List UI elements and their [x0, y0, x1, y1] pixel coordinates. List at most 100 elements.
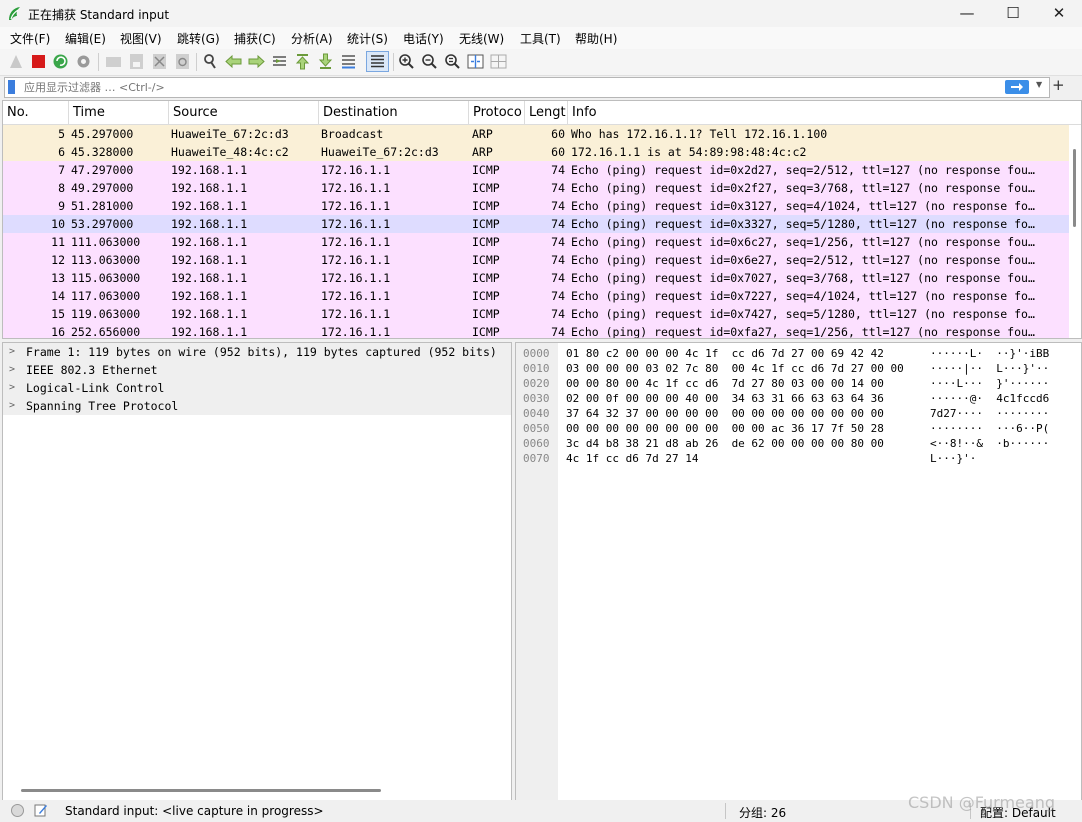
packet-row[interactable]: 11 111.063000 192.168.1.1 172.16.1.1 ICMP 74 E…: [3, 233, 1069, 251]
cell-time: 115.063000: [71, 271, 141, 285]
packet-row[interactable]: 15 119.063000 192.168.1.1 172.16.1.1 ICMP 74 E…: [3, 305, 1069, 323]
packet-row[interactable]: 9 51.281000 192.168.1.1 172.16.1.1 ICMP 74 Ech…: [3, 197, 1069, 215]
cell-info: 172.16.1.1 is at 54:89:98:48:4c:c2: [571, 145, 807, 159]
cell-time: 117.063000: [71, 289, 141, 303]
detail-row-ethernet[interactable]: > IEEE 802.3 Ethernet: [3, 361, 511, 379]
column-time[interactable]: Time: [69, 101, 169, 124]
menu-file[interactable]: 文件(F): [10, 30, 50, 47]
bytes-row[interactable]: 0010 03 00 00 00 03 02 7c 80 00 4c 1f cc …: [516, 361, 1081, 376]
chevron-right-icon[interactable]: >: [9, 361, 15, 379]
packet-list-scrollbar[interactable]: [1071, 125, 1079, 335]
maximize-button[interactable]: ☐: [990, 0, 1036, 27]
bytes-row[interactable]: 0070 4c 1f cc d6 7d 27 14 L···}'·: [516, 451, 1081, 466]
details-hscrollbar[interactable]: [21, 789, 381, 792]
start-capture-icon[interactable]: [7, 52, 26, 71]
packet-row[interactable]: 6 45.328000 HuaweiTe_48:4c:c2 HuaweiTe_67:2…: [3, 143, 1069, 161]
close-file-icon[interactable]: [150, 52, 169, 71]
packet-row[interactable]: 8 49.297000 192.168.1.1 172.16.1.1 ICMP 74 Ech…: [3, 179, 1069, 197]
byte-hex: 02 00 0f 00 00 00 40 00 34 63 31 66 63 6…: [566, 392, 884, 405]
column-length[interactable]: Lengt: [525, 101, 568, 124]
cell-source: 192.168.1.1: [171, 235, 248, 249]
resize-columns-icon[interactable]: [466, 52, 485, 71]
bytes-row[interactable]: 0040 37 64 32 37 00 00 00 00 00 00 00 00 …: [516, 406, 1081, 421]
go-to-packet-icon[interactable]: [270, 52, 289, 71]
zoom-out-icon[interactable]: [420, 52, 439, 71]
bytes-row[interactable]: 0020 00 00 80 00 4c 1f cc d6 7d 27 80 03 …: [516, 376, 1081, 391]
menu-analyze[interactable]: 分析(A): [291, 30, 333, 47]
column-source[interactable]: Source: [169, 101, 319, 124]
go-first-packet-icon[interactable]: [293, 52, 312, 71]
reload-file-icon[interactable]: [173, 52, 192, 71]
capture-options-icon[interactable]: [74, 52, 93, 71]
packet-row[interactable]: 5 45.297000 HuaweiTe_67:2c:d3 Broadcast ARP 6…: [3, 125, 1069, 143]
layout-icon[interactable]: [489, 52, 508, 71]
cell-info: Echo (ping) request id=0x3127, seq=4/102…: [571, 199, 1035, 213]
go-forward-icon[interactable]: [247, 52, 266, 71]
go-last-packet-icon[interactable]: [316, 52, 335, 71]
filter-history-dropdown[interactable]: ▼: [1036, 80, 1042, 89]
byte-offset: 0060: [523, 437, 550, 450]
find-packet-icon[interactable]: [201, 52, 220, 71]
filter-bookmark-icon[interactable]: [8, 80, 15, 94]
detail-row-llc[interactable]: > Logical-Link Control: [3, 379, 511, 397]
column-no[interactable]: No.: [3, 101, 69, 124]
column-destination[interactable]: Destination: [319, 101, 469, 124]
cell-no: 11: [51, 235, 65, 249]
auto-scroll-icon[interactable]: [339, 52, 358, 71]
packet-row[interactable]: 14 117.063000 192.168.1.1 172.16.1.1 ICMP 74 E…: [3, 287, 1069, 305]
cell-no: 16: [51, 325, 65, 339]
cell-info: Echo (ping) request id=0x7027, seq=3/768…: [571, 271, 1035, 285]
go-back-icon[interactable]: [224, 52, 243, 71]
expert-info-icon[interactable]: [11, 804, 24, 817]
capture-comment-icon[interactable]: [34, 803, 48, 817]
chevron-right-icon[interactable]: >: [9, 343, 15, 361]
menu-help[interactable]: 帮助(H): [575, 30, 617, 47]
close-button[interactable]: ✕: [1036, 0, 1082, 27]
add-filter-button[interactable]: +: [1052, 76, 1065, 94]
minimize-button[interactable]: —: [944, 0, 990, 27]
zoom-in-icon[interactable]: [397, 52, 416, 71]
byte-hex: 3c d4 b8 38 21 d8 ab 26 de 62 00 00 00 0…: [566, 437, 884, 450]
byte-ascii: L···}'·: [930, 452, 977, 465]
menu-tools[interactable]: 工具(T): [520, 30, 561, 47]
bytes-row[interactable]: 0030 02 00 0f 00 00 00 40 00 34 63 31 66 …: [516, 391, 1081, 406]
wireshark-fin-icon: [9, 7, 20, 20]
menu-telephony[interactable]: 电话(Y): [403, 30, 444, 47]
cell-protocol: ARP: [472, 145, 493, 159]
packet-row[interactable]: 7 47.297000 192.168.1.1 172.16.1.1 ICMP 74 Ech…: [3, 161, 1069, 179]
zoom-normal-icon[interactable]: [443, 52, 462, 71]
bytes-row[interactable]: 0050 00 00 00 00 00 00 00 00 00 00 ac 36 …: [516, 421, 1081, 436]
column-protocol[interactable]: Protoco: [469, 101, 525, 124]
apply-filter-button[interactable]: [1005, 80, 1029, 94]
menu-edit[interactable]: 编辑(E): [65, 30, 106, 47]
cell-length: 74: [551, 289, 565, 303]
packet-row[interactable]: 10 53.297000 192.168.1.1 172.16.1.1 ICMP 74 Ec…: [3, 215, 1069, 233]
colorize-icon: [371, 55, 384, 68]
colorize-toggle[interactable]: [366, 51, 389, 72]
chevron-right-icon[interactable]: >: [9, 397, 15, 415]
chevron-right-icon[interactable]: >: [9, 379, 15, 397]
packet-row[interactable]: 13 115.063000 192.168.1.1 172.16.1.1 ICMP 74 E…: [3, 269, 1069, 287]
packet-row[interactable]: 12 113.063000 192.168.1.1 172.16.1.1 ICMP 74 E…: [3, 251, 1069, 269]
open-file-icon[interactable]: [104, 52, 123, 71]
menu-view[interactable]: 视图(V): [120, 30, 162, 47]
detail-row-stp[interactable]: > Spanning Tree Protocol: [3, 397, 511, 415]
detail-row-frame[interactable]: > Frame 1: 119 bytes on wire (952 bits),…: [3, 343, 511, 361]
menu-go[interactable]: 跳转(G): [177, 30, 220, 47]
packet-row[interactable]: 16 252.656000 192.168.1.1 172.16.1.1 ICMP 74 E…: [3, 323, 1069, 339]
cell-protocol: ICMP: [472, 235, 500, 249]
save-file-icon[interactable]: [127, 52, 146, 71]
byte-offset: 0070: [523, 452, 550, 465]
cell-info: Echo (ping) request id=0x7227, seq=4/102…: [571, 289, 1035, 303]
menu-statistics[interactable]: 统计(S): [347, 30, 388, 47]
restart-capture-icon[interactable]: [51, 52, 70, 71]
cell-no: 7: [58, 163, 65, 177]
column-info[interactable]: Info: [568, 101, 1081, 124]
menu-wireless[interactable]: 无线(W): [459, 30, 504, 47]
bytes-row[interactable]: 0000 01 80 c2 00 00 00 4c 1f cc d6 7d 27 …: [516, 346, 1081, 361]
cell-destination: HuaweiTe_67:2c:d3: [321, 145, 439, 159]
display-filter-input[interactable]: [24, 79, 984, 95]
menu-capture[interactable]: 捕获(C): [234, 30, 276, 47]
bytes-row[interactable]: 0060 3c d4 b8 38 21 d8 ab 26 de 62 00 00 …: [516, 436, 1081, 451]
stop-capture-icon[interactable]: [29, 52, 48, 71]
